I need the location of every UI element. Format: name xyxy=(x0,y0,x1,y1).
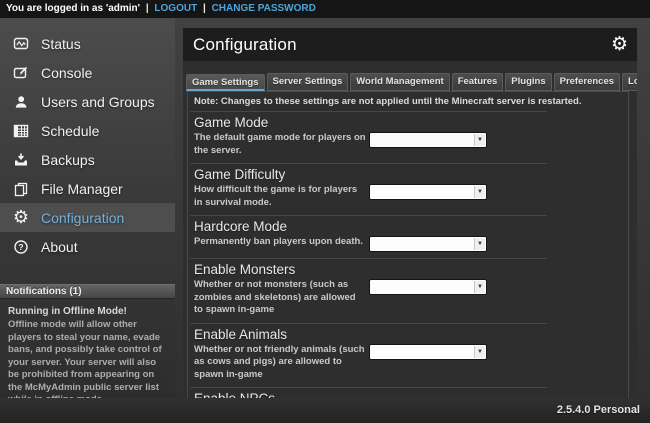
notification-title: Running in Offline Mode! xyxy=(8,305,167,318)
setting-name: Enable NPCs xyxy=(194,391,547,398)
sidebar-item-about[interactable]: ? About xyxy=(0,232,175,261)
users-icon xyxy=(12,93,30,111)
gear-icon: ⚙ xyxy=(12,209,30,227)
game-mode-select[interactable]: ▼ xyxy=(369,132,487,148)
sidebar-item-backups[interactable]: Backups xyxy=(0,145,175,174)
console-icon xyxy=(12,64,30,82)
sidebar-item-status[interactable]: Status xyxy=(0,29,175,58)
sidebar-item-label: Configuration xyxy=(41,210,124,226)
status-bar: 2.5.4.0 Personal xyxy=(0,398,650,423)
setting-row-game-difficulty: Game Difficulty How difficult the game i… xyxy=(190,163,547,215)
enable-monsters-select[interactable]: ▼ xyxy=(369,279,487,295)
game-difficulty-select[interactable]: ▼ xyxy=(369,184,487,200)
question-icon: ? xyxy=(12,238,30,256)
svg-text:?: ? xyxy=(18,242,23,252)
tab-world-management[interactable]: World Management xyxy=(350,73,449,91)
tab-preferences[interactable]: Preferences xyxy=(554,73,620,91)
setting-name: Enable Monsters xyxy=(194,262,547,277)
sidebar-item-label: Status xyxy=(41,36,81,52)
tab-game-settings[interactable]: Game Settings xyxy=(186,74,265,91)
sidebar: Status Console Users and Groups Schedule xyxy=(0,18,175,398)
version-label: 2.5.4.0 Personal xyxy=(557,404,640,416)
setting-description: Whether or not monsters (such as zombies… xyxy=(194,279,366,317)
setting-row-enable-npcs: Enable NPCs Whether or not friendly mobs… xyxy=(190,387,547,398)
sidebar-item-label: File Manager xyxy=(41,181,123,197)
notifications-header: Notifications (1) xyxy=(0,284,175,299)
setting-name: Hardcore Mode xyxy=(194,219,547,234)
chevron-down-icon: ▼ xyxy=(474,281,485,293)
setting-description: The default game mode for players on the… xyxy=(194,132,366,157)
tab-content: Note: Changes to these settings are not … xyxy=(187,91,629,398)
change-password-link[interactable]: CHANGE PASSWORD xyxy=(212,3,316,14)
panel-header: Configuration ⚙ xyxy=(183,28,637,61)
notification-text: Offline mode will allow other players to… xyxy=(8,319,167,407)
schedule-icon xyxy=(12,122,30,140)
chevron-down-icon: ▼ xyxy=(474,186,485,198)
backups-icon xyxy=(12,151,30,169)
logout-link[interactable]: LOGOUT xyxy=(154,3,197,14)
sidebar-item-label: Users and Groups xyxy=(41,94,155,110)
sidebar-item-label: Console xyxy=(41,65,92,81)
tab-server-settings[interactable]: Server Settings xyxy=(267,73,349,91)
sidebar-nav: Status Console Users and Groups Schedule xyxy=(0,18,175,261)
sidebar-item-configuration[interactable]: ⚙ Configuration xyxy=(0,203,175,232)
status-icon xyxy=(12,35,30,53)
topbar: You are logged in as 'admin' | LOGOUT | … xyxy=(0,0,650,18)
page-title: Configuration xyxy=(193,35,611,55)
setting-name: Game Difficulty xyxy=(194,167,547,182)
tab-bar: Game Settings Server Settings World Mana… xyxy=(186,73,637,91)
sidebar-item-users-and-groups[interactable]: Users and Groups xyxy=(0,87,175,116)
setting-row-enable-monsters: Enable Monsters Whether or not monsters … xyxy=(190,258,547,323)
setting-row-hardcore-mode: Hardcore Mode Permanently ban players up… xyxy=(190,215,547,258)
logged-in-text: You are logged in as 'admin' xyxy=(6,3,140,14)
chevron-down-icon: ▼ xyxy=(474,134,485,146)
sidebar-item-label: Backups xyxy=(41,152,95,168)
setting-name: Enable Animals xyxy=(194,327,547,342)
settings-list: Game Mode The default game mode for play… xyxy=(190,111,547,398)
sidebar-item-label: About xyxy=(41,239,78,255)
setting-description: Whether or not friendly animals (such as… xyxy=(194,344,366,382)
setting-row-game-mode: Game Mode The default game mode for play… xyxy=(190,111,547,163)
hardcore-mode-select[interactable]: ▼ xyxy=(369,236,487,252)
setting-description: How difficult the game is for players in… xyxy=(194,184,366,209)
restart-note: Note: Changes to these settings are not … xyxy=(188,92,628,111)
chevron-down-icon: ▼ xyxy=(474,346,485,358)
separator: | xyxy=(146,3,149,14)
notifications-body: Running in Offline Mode! Offline mode wi… xyxy=(0,299,175,407)
setting-description: Permanently ban players upon death. xyxy=(194,236,366,249)
sidebar-item-console[interactable]: Console xyxy=(0,58,175,87)
configuration-panel: Configuration ⚙ Game Settings Server Set… xyxy=(183,28,637,398)
tab-features[interactable]: Features xyxy=(452,73,504,91)
tab-plugins[interactable]: Plugins xyxy=(505,73,551,91)
sidebar-item-label: Schedule xyxy=(41,123,99,139)
chevron-down-icon: ▼ xyxy=(474,238,485,250)
setting-name: Game Mode xyxy=(194,115,547,130)
file-manager-icon xyxy=(12,180,30,198)
setting-row-enable-animals: Enable Animals Whether or not friendly a… xyxy=(190,323,547,388)
separator: | xyxy=(203,3,206,14)
sidebar-item-file-manager[interactable]: File Manager xyxy=(0,174,175,203)
tab-login-users[interactable]: Login Users xyxy=(622,73,637,91)
enable-animals-select[interactable]: ▼ xyxy=(369,344,487,360)
sidebar-item-schedule[interactable]: Schedule xyxy=(0,116,175,145)
settings-gear-button[interactable]: ⚙ xyxy=(611,35,628,54)
